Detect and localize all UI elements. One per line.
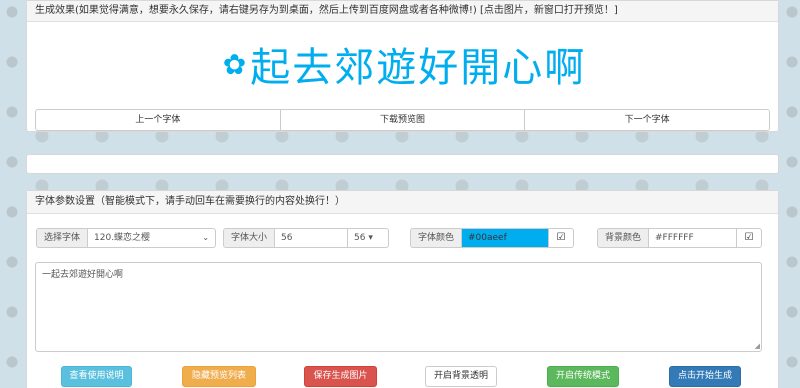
generate-button[interactable]: 点击开始生成: [669, 366, 741, 387]
font-size-label: 字体大小: [223, 228, 276, 248]
preview-header: 生成效果(如果觉得满意，想要永久保存，请右键另存为到桌面，然后上传到百度网盘或者…: [27, 1, 778, 22]
bg-color-input[interactable]: #FFFFFF: [649, 228, 738, 248]
preview-text: 起去郊遊好開心啊: [250, 45, 587, 91]
font-select-group: 选择字体 120.蝶恋之樱 ⌄: [36, 228, 217, 248]
font-size-group: 字体大小 56 56 ▾: [223, 228, 390, 248]
resize-grip-icon[interactable]: ◢: [755, 342, 760, 350]
caret-down-icon: ▾: [368, 233, 373, 243]
transparent-bg-button[interactable]: 开启背景透明: [425, 366, 497, 387]
download-preview-button[interactable]: 下载预览图: [279, 109, 526, 131]
bg-color-group: 背景颜色 #FFFFFF ☑: [597, 228, 763, 248]
chevron-down-icon: ⌄: [202, 233, 210, 242]
hide-list-button[interactable]: 隐藏预览列表: [182, 366, 256, 387]
font-nav: 上一个字体 下载预览图 下一个字体: [35, 109, 771, 131]
check-square-icon[interactable]: ☑: [737, 228, 763, 248]
font-color-input[interactable]: #00aeef: [462, 228, 550, 248]
check-square-icon[interactable]: ☑: [549, 228, 575, 248]
flower-icon: ✿: [222, 47, 247, 81]
prev-font-button[interactable]: 上一个字体: [35, 109, 281, 131]
settings-panel: 字体参数设置（智能模式下，请手动回车在需要换行的内容处换行！） 选择字体 120…: [26, 190, 779, 388]
bg-color-label: 背景颜色: [597, 228, 650, 248]
content-textarea[interactable]: 一起去郊遊好開心啊 ◢: [35, 262, 762, 352]
font-size-input[interactable]: 56: [275, 228, 349, 248]
font-color-group: 字体颜色 #00aeef ☑: [410, 228, 575, 248]
font-size-dropdown[interactable]: 56 ▾: [348, 228, 390, 248]
content-text: 一起去郊遊好開心啊: [42, 270, 124, 280]
next-font-button[interactable]: 下一个字体: [524, 109, 771, 131]
preview-panel: 生成效果(如果觉得满意，想要永久保存，请右键另存为到桌面，然后上传到百度网盘或者…: [26, 0, 779, 132]
blank-panel: [26, 154, 779, 174]
font-select-value: 120.蝶恋之樱: [94, 233, 151, 243]
settings-header: 字体参数设置（智能模式下，请手动回车在需要换行的内容处换行！）: [27, 191, 778, 214]
classic-mode-button[interactable]: 开启传统模式: [547, 366, 619, 387]
font-select[interactable]: 120.蝶恋之樱 ⌄: [88, 228, 217, 248]
font-color-label: 字体颜色: [410, 228, 463, 248]
font-size-dropdown-value: 56: [354, 233, 366, 243]
preview-image[interactable]: ✿ 起去郊遊好開心啊: [27, 23, 778, 105]
font-select-label: 选择字体: [36, 228, 89, 248]
save-image-button[interactable]: 保存生成图片: [304, 366, 377, 387]
action-buttons: 查看使用说明 隐藏预览列表 保存生成图片 开启背景透明 开启传统模式 点击开始生…: [27, 366, 778, 388]
help-button[interactable]: 查看使用说明: [61, 366, 132, 387]
